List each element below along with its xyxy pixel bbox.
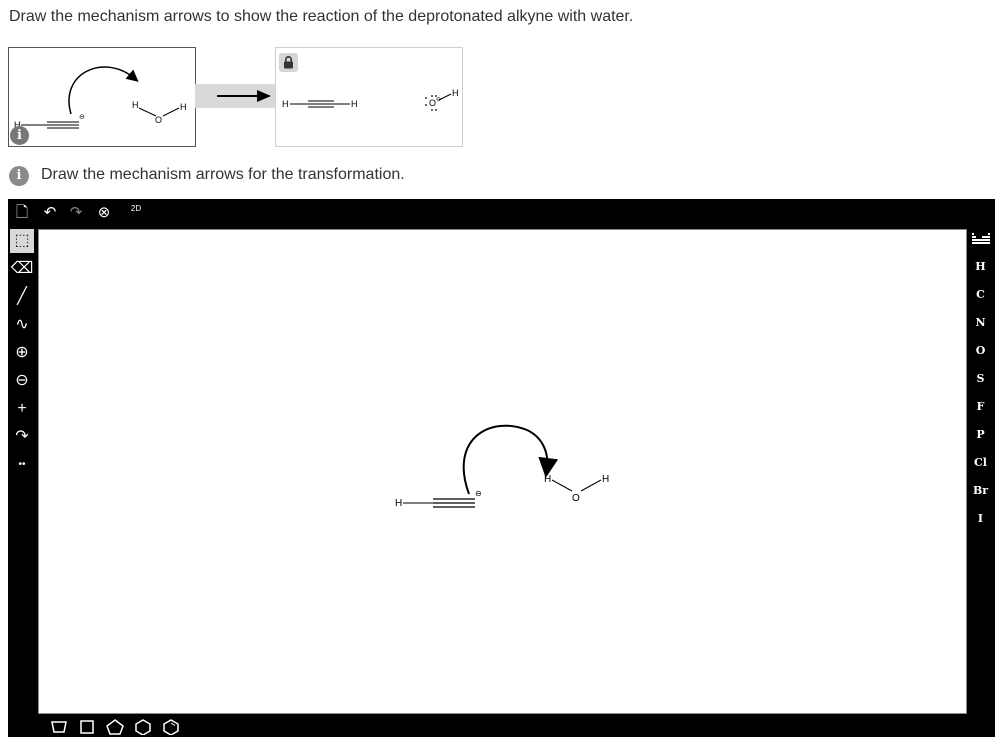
drawing-canvas[interactable]: H ⊖ H O H bbox=[38, 229, 967, 714]
editor-right-toolbar: H C N O S F P Cl Br I bbox=[966, 227, 995, 717]
cyclobutane-template-icon[interactable] bbox=[78, 719, 96, 735]
chain-tool-icon[interactable]: ∿ bbox=[10, 313, 34, 337]
canvas-h-right-label: H bbox=[602, 474, 609, 485]
editor-top-toolbar: 🗋 ↶ ↷ ⊗ 2D bbox=[8, 199, 995, 227]
element-p-button[interactable]: P bbox=[966, 423, 995, 447]
editor-bottom-toolbar bbox=[36, 715, 966, 737]
structure-editor: 🗋 ↶ ↷ ⊗ 2D ⬚ ⌫ ╱ ∿ ⊕ ⊖ + ↷ •• H ⊖ H O H … bbox=[8, 199, 995, 737]
product-structure: H H O ⊖ H bbox=[282, 88, 459, 111]
element-c-button[interactable]: C bbox=[966, 283, 995, 307]
curved-arrow-icon[interactable]: ↷ bbox=[10, 425, 34, 449]
element-h-button[interactable]: H bbox=[966, 255, 995, 279]
negative-charge-icon[interactable]: ⊖ bbox=[10, 369, 34, 393]
benzene-template-icon[interactable] bbox=[162, 719, 180, 735]
element-o-button[interactable]: O bbox=[966, 339, 995, 363]
product-panel: H H O ⊖ H bbox=[275, 47, 463, 147]
eraser-tool-icon[interactable]: ⌫ bbox=[10, 257, 34, 281]
reactant-h-label: H bbox=[132, 100, 139, 110]
element-s-button[interactable]: S bbox=[966, 367, 995, 391]
reactant-o-label: O bbox=[155, 115, 162, 125]
info-icon[interactable]: i bbox=[10, 126, 29, 145]
positive-charge-icon[interactable]: ⊕ bbox=[10, 341, 34, 365]
instruction-text: Draw the mechanism arrows for the transf… bbox=[41, 166, 405, 183]
zoom-icon[interactable]: ⊗ bbox=[94, 202, 114, 224]
canvas-charge: ⊖ bbox=[475, 489, 482, 498]
bond-tool-icon[interactable]: ╱ bbox=[10, 285, 34, 309]
cyclopentane-template-icon[interactable] bbox=[106, 719, 124, 735]
canvas-mechanism-arrow bbox=[462, 424, 559, 495]
reactant-charge: ⊖ bbox=[79, 114, 85, 121]
element-n-button[interactable]: N bbox=[966, 311, 995, 335]
reactant-h-right-label: H bbox=[180, 102, 187, 112]
element-br-button[interactable]: Br bbox=[966, 479, 995, 503]
instruction-info-icon: i bbox=[9, 166, 29, 186]
canvas-o-label: O bbox=[572, 493, 580, 504]
canvas-structure: H ⊖ H O H bbox=[395, 424, 609, 509]
editor-left-toolbar: ⬚ ⌫ ╱ ∿ ⊕ ⊖ + ↷ •• bbox=[8, 227, 36, 717]
hydroxide-h-label: H bbox=[452, 88, 459, 98]
reaction-arrow bbox=[195, 84, 275, 108]
select-tool-icon[interactable]: ⬚ bbox=[10, 229, 34, 253]
electron-push-icon[interactable]: + bbox=[10, 397, 34, 421]
product-h-right-label: H bbox=[351, 99, 358, 109]
undo-icon[interactable]: ↶ bbox=[40, 202, 60, 224]
element-i-button[interactable]: I bbox=[966, 507, 995, 531]
element-cl-button[interactable]: Cl bbox=[966, 451, 995, 475]
lock-icon bbox=[279, 53, 298, 72]
product-h-left-label: H bbox=[282, 99, 289, 109]
hydroxide-charge: ⊖ bbox=[436, 97, 441, 103]
reactant-mechanism-arrow bbox=[68, 66, 139, 115]
redo-icon[interactable]: ↷ bbox=[66, 202, 86, 224]
lone-pair-icon[interactable]: •• bbox=[10, 453, 34, 477]
element-f-button[interactable]: F bbox=[966, 395, 995, 419]
periodic-table-icon[interactable] bbox=[966, 229, 995, 253]
reactant-panel: H ⊖ H O H bbox=[8, 47, 196, 147]
reactant-structure: H ⊖ H O H bbox=[14, 66, 187, 130]
cyclopropane-template-icon[interactable] bbox=[50, 719, 68, 735]
new-document-icon[interactable]: 🗋 bbox=[12, 202, 32, 224]
hydroxide-o-label: O bbox=[429, 98, 436, 108]
canvas-h-left-label: H bbox=[395, 498, 402, 509]
clean-2d-icon[interactable]: 2D bbox=[126, 202, 146, 224]
canvas-h-label: H bbox=[544, 474, 551, 485]
question-text: Draw the mechanism arrows to show the re… bbox=[9, 8, 634, 25]
cyclohexane-template-icon[interactable] bbox=[134, 719, 152, 735]
